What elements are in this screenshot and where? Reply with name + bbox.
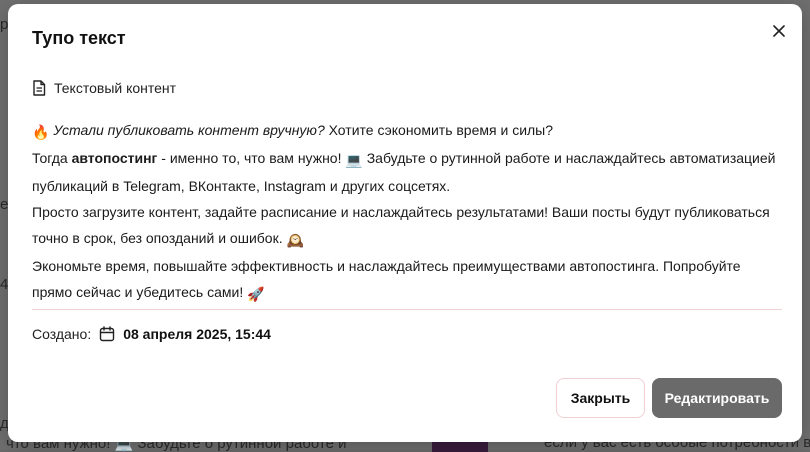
post-paragraph: Просто загрузите контент, задайте распис…	[32, 199, 782, 253]
post-italic-text: Устали публиковать контент вручную?	[53, 122, 325, 138]
background-thumbnail	[432, 442, 488, 452]
post-text: Тогда	[32, 150, 72, 166]
post-text: - именно то, что вам нужно!	[157, 150, 346, 166]
post-bold-text: автопостинг	[71, 150, 158, 166]
post-content: 🔥 Устали публиковать контент вручную? Хо…	[32, 117, 782, 307]
laptop-emoji: 💻	[345, 152, 363, 168]
post-paragraph: Экономьте время, повышайте эффективность…	[32, 253, 782, 307]
post-details-modal: Тупо текст Текстовый контент 🔥 Устали пу…	[8, 4, 802, 442]
document-icon	[33, 80, 46, 96]
post-text: Просто загрузите контент, задайте распис…	[32, 204, 770, 246]
modal-title: Тупо текст	[32, 28, 126, 48]
clock-emoji: 🕰️	[286, 232, 304, 248]
content-type: Текстовый контент	[32, 80, 176, 96]
content-type-label: Текстовый контент	[54, 80, 177, 96]
fire-emoji: 🔥	[32, 124, 50, 140]
post-paragraph: 🔥 Устали публиковать контент вручную? Хо…	[32, 117, 782, 145]
created-date: 08 апреля 2025, 15:44	[123, 326, 271, 342]
close-button[interactable]: Закрыть	[556, 378, 645, 418]
edit-button[interactable]: Редактировать	[652, 378, 782, 418]
created-label: Создано:	[32, 326, 92, 342]
post-text: Экономьте время, повышайте эффективность…	[32, 258, 741, 300]
post-paragraph: Тогда автопостинг - именно то, что вам н…	[32, 145, 782, 199]
created-info: Создано: 08 апреля 2025, 15:44	[32, 326, 271, 342]
divider	[32, 309, 782, 310]
close-icon	[773, 25, 785, 37]
rocket-emoji: 🚀	[247, 286, 265, 302]
post-text: Хотите сэкономить время и силы?	[324, 122, 554, 138]
calendar-icon	[100, 326, 115, 342]
close-icon-button[interactable]	[766, 18, 792, 44]
